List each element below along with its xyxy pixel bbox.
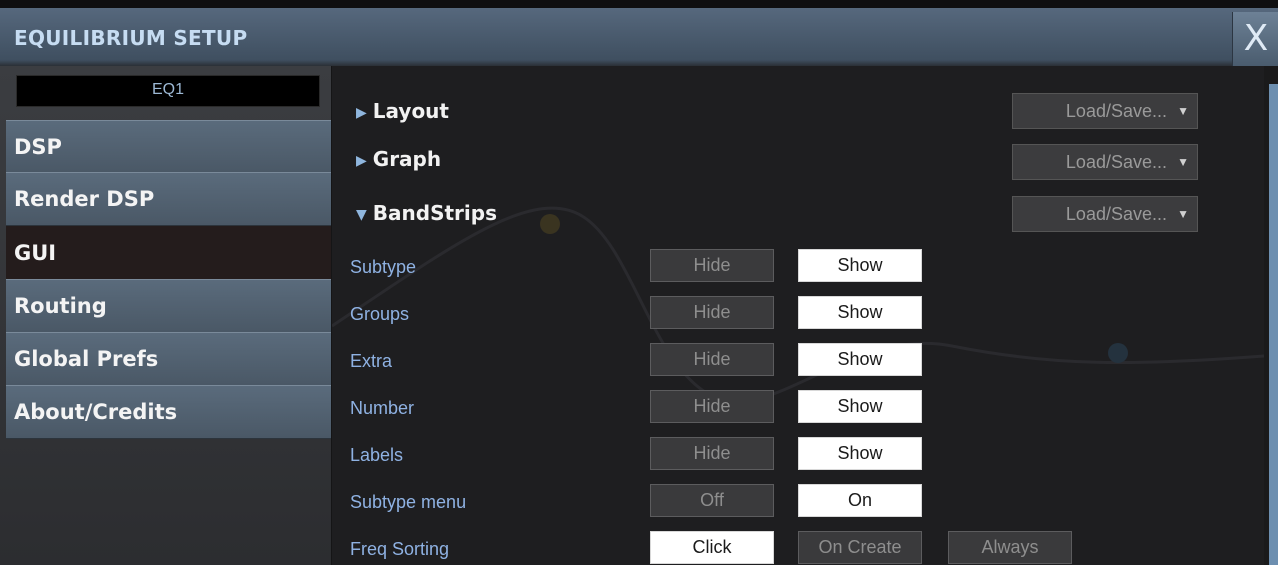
extra-label: Extra <box>350 351 393 371</box>
sidebar-item-routing[interactable]: Routing <box>6 279 331 333</box>
sidebar-item-gui[interactable]: GUI <box>6 226 331 280</box>
layout-load-save-menu[interactable]: Load/Save... ▼ <box>1012 93 1198 129</box>
sidebar-item-about-credits[interactable]: About/Credits <box>6 385 331 439</box>
load-save-label: Load/Save... <box>1065 101 1167 121</box>
section-bandstrips-label: BandStrips <box>372 201 497 225</box>
load-save-label: Load/Save... <box>1065 204 1167 224</box>
dropdown-arrow-icon: ▼ <box>1177 207 1189 221</box>
labels-label: Labels <box>350 445 404 465</box>
freq-sorting-always-button[interactable]: Always <box>948 531 1072 564</box>
subtype-hide-button[interactable]: Hide <box>650 249 774 282</box>
vertical-scrollbar[interactable] <box>1264 66 1278 565</box>
groups-hide-button[interactable]: Hide <box>650 296 774 329</box>
sidebar-item-render-dsp[interactable]: Render DSP <box>6 172 331 226</box>
section-bandstrips[interactable]: ▼ BandStrips <box>356 198 497 228</box>
subtype-menu-label: Subtype menu <box>350 492 467 512</box>
graph-load-save-menu[interactable]: Load/Save... ▼ <box>1012 144 1198 180</box>
sidebar: EQ1 DSP Render DSP GUI Routing Global Pr… <box>0 66 332 565</box>
preset-name-field[interactable]: EQ1 <box>16 75 320 107</box>
freq-sorting-label: Freq Sorting <box>350 539 450 559</box>
expand-arrow-icon: ▶ <box>356 152 367 169</box>
sidebar-item-global-prefs[interactable]: Global Prefs <box>6 332 331 386</box>
sidebar-item-dsp[interactable]: DSP <box>6 120 331 174</box>
load-save-label: Load/Save... <box>1065 152 1167 172</box>
collapse-arrow-icon: ▼ <box>356 206 367 223</box>
subtype-menu-on-button[interactable]: On <box>798 484 922 517</box>
settings-panel: ▶ Layout Load/Save... ▼ ▶ Graph Load/Save..… <box>332 66 1264 565</box>
groups-label: Groups <box>350 304 410 324</box>
dropdown-arrow-icon: ▼ <box>1177 104 1189 118</box>
number-show-button[interactable]: Show <box>798 390 922 423</box>
groups-show-button[interactable]: Show <box>798 296 922 329</box>
section-layout-label: Layout <box>372 99 449 123</box>
bandstrips-load-save-menu[interactable]: Load/Save... ▼ <box>1012 196 1198 232</box>
freq-sorting-on-create-button[interactable]: On Create <box>798 531 922 564</box>
labels-hide-button[interactable]: Hide <box>650 437 774 470</box>
close-button[interactable]: X <box>1232 12 1278 66</box>
number-label: Number <box>350 398 415 418</box>
scrollbar-thumb[interactable] <box>1269 84 1278 565</box>
expand-arrow-icon: ▶ <box>356 104 367 121</box>
dropdown-arrow-icon: ▼ <box>1177 155 1189 169</box>
labels-show-button[interactable]: Show <box>798 437 922 470</box>
window-title: EQUILIBRIUM SETUP <box>14 26 248 50</box>
subtype-show-button[interactable]: Show <box>798 249 922 282</box>
subtype-label: Subtype <box>350 257 417 277</box>
freq-sorting-click-button[interactable]: Click <box>650 531 774 564</box>
title-bar: EQUILIBRIUM SETUP X <box>0 0 1278 66</box>
extra-hide-button[interactable]: Hide <box>650 343 774 376</box>
section-layout[interactable]: ▶ Layout <box>356 96 449 126</box>
number-hide-button[interactable]: Hide <box>650 390 774 423</box>
extra-show-button[interactable]: Show <box>798 343 922 376</box>
section-graph[interactable]: ▶ Graph <box>356 144 441 174</box>
subtype-menu-off-button[interactable]: Off <box>650 484 774 517</box>
section-graph-label: Graph <box>372 147 442 171</box>
